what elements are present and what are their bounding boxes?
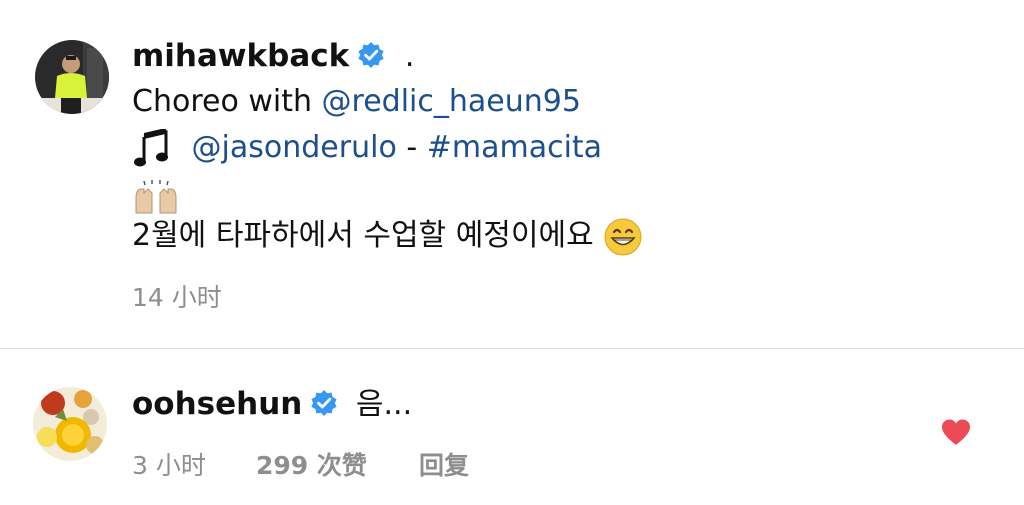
grinning-face-emoji (604, 218, 642, 255)
verified-badge-icon (311, 390, 337, 416)
post-caption: mihawkback . Choreo with @redlic_haeun95… (0, 0, 1024, 348)
avatar[interactable] (35, 40, 109, 114)
heart-icon[interactable] (940, 418, 972, 446)
post-username[interactable]: mihawkback (132, 38, 349, 74)
comment-text: 음... (355, 387, 413, 422)
avatar[interactable] (33, 387, 107, 461)
comment-header: oohsehun 음... (132, 384, 412, 425)
mention-link[interactable]: @jasonderulo (192, 130, 397, 165)
caption-text: Choreo with (132, 84, 312, 119)
avatar-image (33, 387, 107, 461)
caption-line-2: @jasonderulo - #mamacita (132, 128, 602, 169)
music-note-emoji (134, 128, 168, 166)
caption-header: mihawkback . (132, 36, 414, 77)
comment-timestamp: 3 小时 (132, 451, 206, 480)
reply-button[interactable]: 回复 (419, 446, 469, 482)
caption-line-3 (132, 176, 180, 216)
verified-badge-icon (358, 42, 384, 68)
divider (0, 348, 1024, 349)
post-timestamp: 14 小时 (132, 283, 222, 312)
raised-hands-emoji (135, 179, 177, 213)
avatar-image (35, 40, 109, 114)
caption-korean-text: 2월에 타파하에서 수업할 예정이에요 (132, 218, 594, 253)
mention-link[interactable]: @redlic_haeun95 (322, 84, 581, 119)
caption-line-1: Choreo with @redlic_haeun95 (132, 82, 581, 122)
username-suffix: . (404, 39, 415, 74)
caption-separator: - (406, 130, 418, 165)
caption-line-4: 2월에 타파하에서 수업할 예정이에요 (132, 216, 643, 257)
comment-username[interactable]: oohsehun (132, 386, 302, 422)
comment-likes-count[interactable]: 299 次赞 (256, 446, 367, 482)
hashtag-link[interactable]: #mamacita (427, 130, 602, 165)
